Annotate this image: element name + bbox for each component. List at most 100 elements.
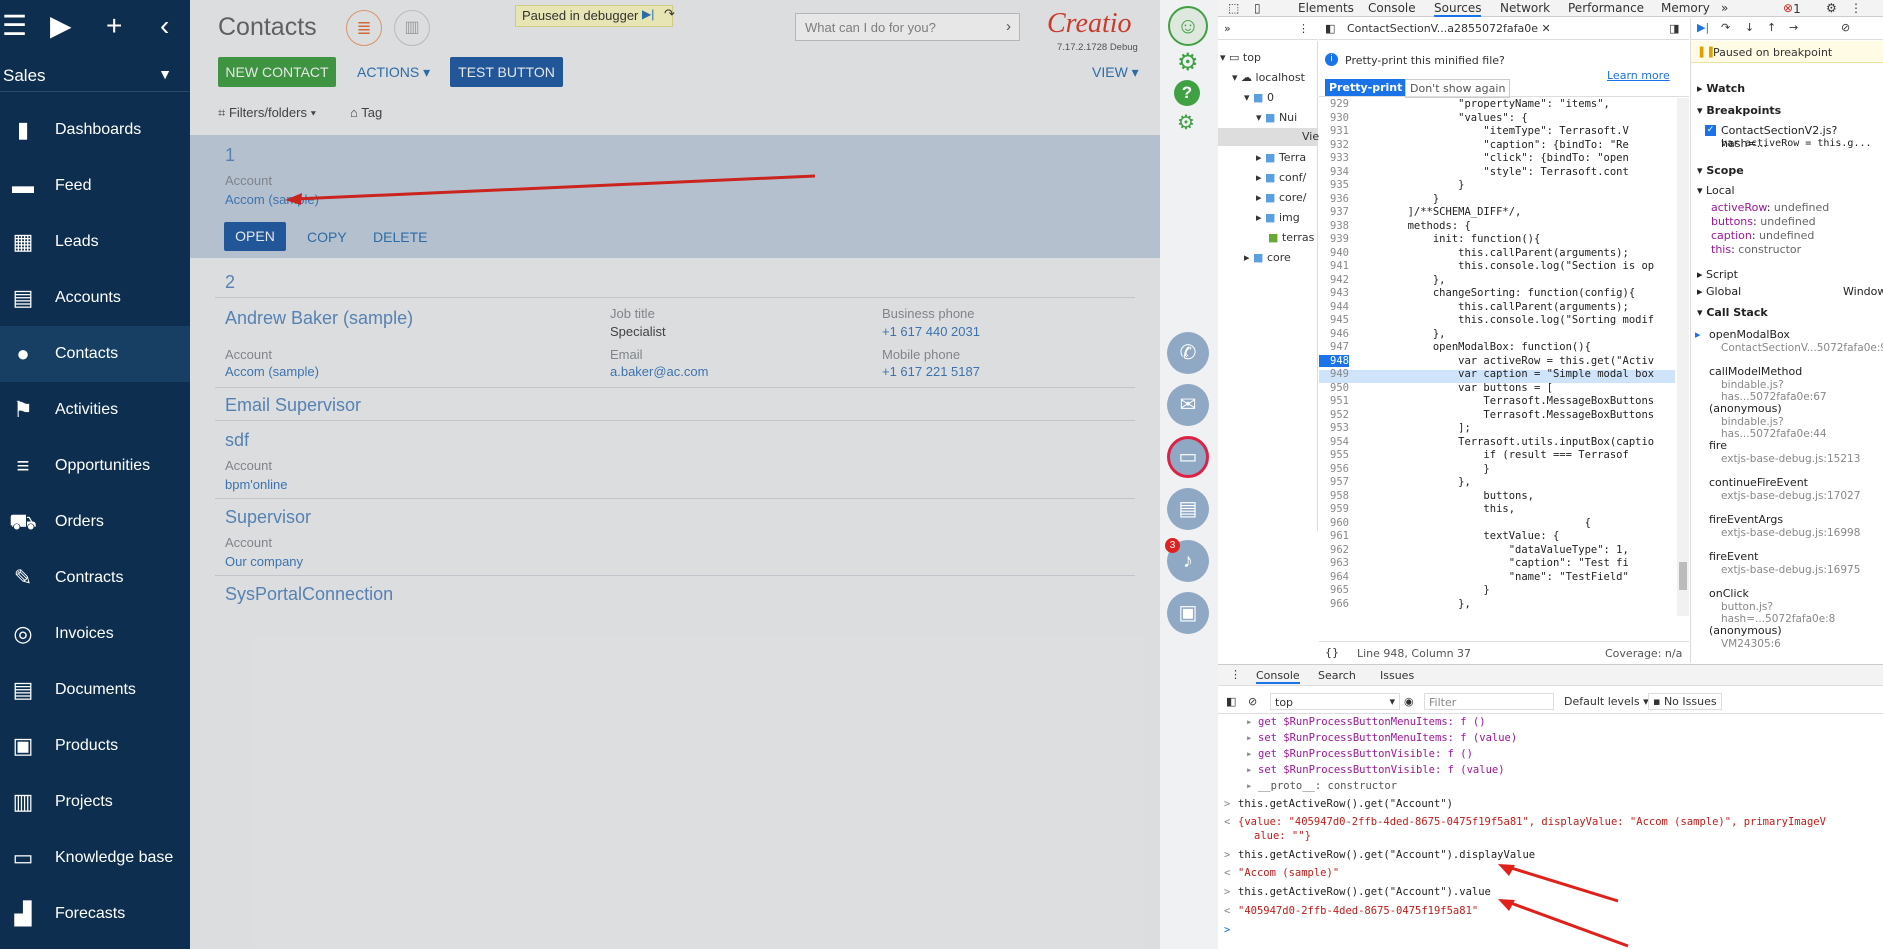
line-number[interactable]: 942	[1319, 274, 1349, 286]
sidebar-item-dashboards[interactable]: ▮ Dashboards	[0, 102, 190, 158]
clear-console-icon[interactable]: ⊘	[1248, 695, 1257, 708]
line-number[interactable]: 943	[1319, 287, 1349, 299]
line-number[interactable]: 964	[1319, 571, 1349, 583]
deactivate-breakpoints-icon[interactable]: ⊘	[1841, 21, 1850, 34]
callstack-header[interactable]: ▾ Call Stack	[1697, 306, 1768, 319]
line-number[interactable]: 949	[1319, 368, 1349, 380]
drawer-menu-icon[interactable]: ⋮	[1230, 668, 1241, 681]
record-title[interactable]: 2	[225, 272, 235, 293]
record-title[interactable]: Email Supervisor	[225, 395, 361, 416]
sidebar-item-accounts[interactable]: ▤ Accounts	[0, 270, 190, 326]
delete-button[interactable]: DELETE	[373, 229, 427, 245]
account-link[interactable]: bpm'online	[225, 477, 287, 492]
line-number[interactable]: 940	[1319, 247, 1349, 259]
more-icon[interactable]: »	[1224, 22, 1231, 35]
sidebar-item-invoices[interactable]: ◎ Invoices	[0, 606, 190, 662]
local-scope-header[interactable]: ▾ Local	[1697, 184, 1735, 197]
scope-variable[interactable]: this: constructor	[1711, 243, 1801, 256]
callstack-frame[interactable]: continueFireEvent	[1709, 476, 1808, 489]
settings-icon[interactable]: ⚙	[1826, 1, 1837, 15]
step-out-icon[interactable]: ↑	[1767, 21, 1776, 34]
callstack-frame[interactable]: openModalBox	[1709, 328, 1790, 341]
inspect-icon[interactable]: ⬚	[1228, 1, 1239, 15]
tree-item-vie[interactable]: Vie	[1218, 128, 1319, 146]
step-icon[interactable]: →	[1789, 21, 1798, 34]
line-number[interactable]: 956	[1319, 463, 1349, 475]
account-link[interactable]: Accom (sample)	[225, 364, 319, 379]
copy-button[interactable]: COPY	[307, 229, 347, 245]
drawer-tab-console[interactable]: Console	[1256, 669, 1300, 684]
tab-sources[interactable]: Sources	[1434, 1, 1482, 17]
sidebar-item-contracts[interactable]: ✎ Contracts	[0, 550, 190, 606]
tab-network[interactable]: Network	[1500, 1, 1550, 15]
callstack-frame[interactable]: fireEvent	[1709, 550, 1759, 563]
callstack-frame[interactable]: callModelMethod	[1709, 365, 1802, 378]
email-link[interactable]: a.baker@ac.com	[610, 364, 708, 379]
scope-variable[interactable]: caption: undefined	[1711, 229, 1814, 242]
avatar-icon[interactable]: ☺	[1168, 6, 1208, 46]
phone-icon[interactable]: ✆	[1167, 332, 1209, 374]
record-title[interactable]: sdf	[225, 430, 249, 451]
hamburger-icon[interactable]: ☰	[2, 10, 27, 42]
line-number[interactable]: 950	[1319, 382, 1349, 394]
sidebar-item-opportunities[interactable]: ≡ Opportunities	[0, 438, 190, 494]
line-number[interactable]: 959	[1319, 503, 1349, 515]
dont-show-button[interactable]: Don't show again	[1405, 79, 1511, 98]
line-number[interactable]: 936	[1319, 193, 1349, 205]
breakpoint-checkbox[interactable]: ✓	[1705, 125, 1716, 136]
callstack-frame[interactable]: wrap	[1709, 661, 1736, 663]
toggle-navigator-icon[interactable]: ◧	[1325, 22, 1335, 35]
line-number[interactable]: 952	[1319, 409, 1349, 421]
more-tabs-icon[interactable]: »	[1721, 1, 1728, 15]
scope-variable[interactable]: activeRow: undefined	[1711, 201, 1829, 214]
line-number[interactable]: 931	[1319, 125, 1349, 137]
help-icon[interactable]: ?	[1174, 80, 1200, 106]
tree-item-top[interactable]: ▾ ▭ top	[1220, 51, 1261, 64]
callstack-frame[interactable]: (anonymous)	[1709, 402, 1782, 415]
record-title[interactable]: Supervisor	[225, 507, 311, 528]
line-number[interactable]: 965	[1319, 584, 1349, 596]
tree-item-conf[interactable]: ▸ ■ conf/	[1256, 171, 1306, 184]
callstack-frame[interactable]: fire	[1709, 439, 1727, 452]
editor-file-tab[interactable]: ContactSectionV...a2855072fafa0e ✕	[1347, 22, 1551, 35]
drawer-tab-search[interactable]: Search	[1318, 669, 1356, 682]
code-editor[interactable]: 929 "propertyName": "items", 930 "values"…	[1319, 98, 1675, 628]
context-select[interactable]: top ▾	[1270, 693, 1400, 710]
sidebar-item-forecasts[interactable]: ▟ Forecasts	[0, 886, 190, 942]
sidebar-item-projects[interactable]: ▥ Projects	[0, 774, 190, 830]
filter-input[interactable]: Filter	[1424, 693, 1554, 710]
collapse-icon[interactable]: ‹	[160, 10, 169, 42]
tab-elements[interactable]: Elements	[1298, 1, 1354, 15]
line-number[interactable]: 953	[1319, 422, 1349, 434]
prettyprint-button[interactable]: Pretty-print	[1325, 79, 1407, 96]
resume-icon[interactable]: ▶|	[1697, 21, 1709, 34]
scope-header[interactable]: ▾ Scope	[1697, 164, 1744, 177]
step-over-icon[interactable]: ↷	[1721, 21, 1730, 34]
tree-item-localhost[interactable]: ▾ ☁ localhost	[1232, 71, 1305, 84]
tree-item-terra[interactable]: ▸ ■ Terra	[1256, 151, 1306, 164]
toggle-debugger-icon[interactable]: ◨	[1669, 22, 1679, 35]
global-scope[interactable]: ▸ Global	[1697, 285, 1741, 298]
tree-item-terras[interactable]: ■ terras	[1268, 231, 1314, 244]
script-scope[interactable]: ▸ Script	[1697, 268, 1738, 281]
tree-item-img[interactable]: ▸ ■ img	[1256, 211, 1300, 224]
sidebar-toggle-icon[interactable]: ◧	[1226, 695, 1236, 708]
line-number[interactable]: 934	[1319, 166, 1349, 178]
email-icon[interactable]: ✉	[1167, 384, 1209, 426]
error-count-badge[interactable]: ⊗ 1	[1783, 1, 1801, 16]
line-number[interactable]: 935	[1319, 179, 1349, 191]
levels-select[interactable]: Default levels ▾	[1564, 695, 1649, 708]
sidebar-item-contacts[interactable]: ● Contacts	[0, 326, 190, 382]
tab-memory[interactable]: Memory	[1661, 1, 1710, 15]
tree-item-nui[interactable]: ▾ ■ Nui	[1256, 111, 1297, 124]
line-number[interactable]: 957	[1319, 476, 1349, 488]
workspace-selector[interactable]: Sales ▼	[0, 62, 190, 92]
line-number[interactable]: 937	[1319, 206, 1349, 218]
tab-performance[interactable]: Performance	[1568, 1, 1644, 15]
sidebar-item-feed[interactable]: ▬ Feed	[0, 158, 190, 214]
line-number[interactable]: 939	[1319, 233, 1349, 245]
tree-item-core-root[interactable]: ▸ ■ core	[1244, 251, 1291, 264]
sidebar-item-leads[interactable]: ▦ Leads	[0, 214, 190, 270]
line-number[interactable]: 938	[1319, 220, 1349, 232]
tree-item-core[interactable]: ▸ ■ core/	[1256, 191, 1306, 204]
